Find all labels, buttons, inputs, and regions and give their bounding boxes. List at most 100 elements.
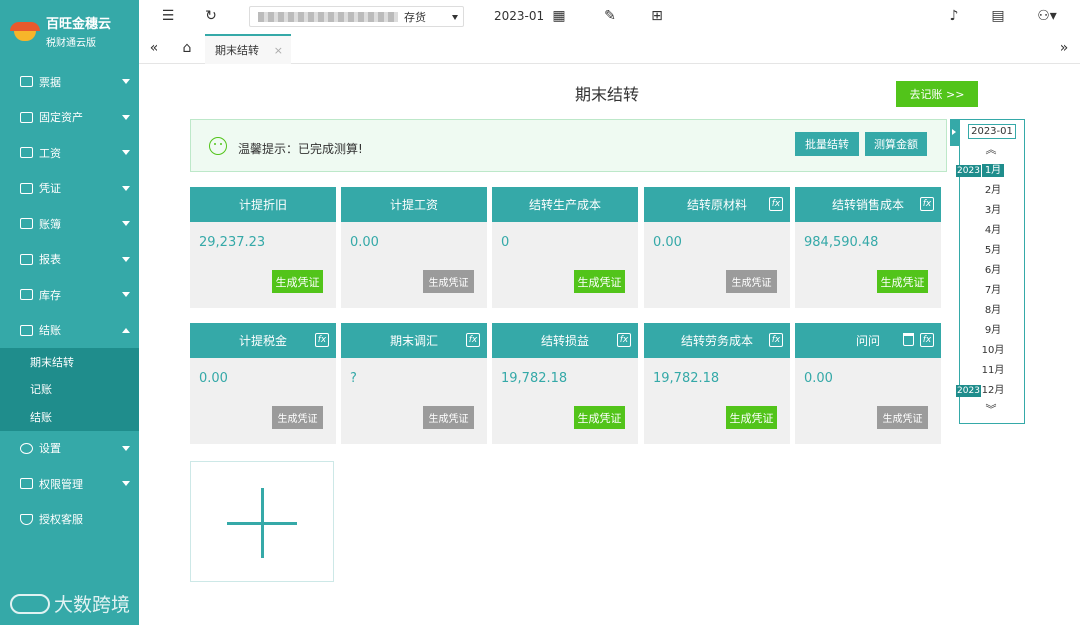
goto-ledger-button[interactable]: 去记账 >> (896, 81, 978, 107)
card-title: 计提折旧 (238, 198, 287, 212)
formula-icon[interactable]: fx (920, 197, 934, 211)
caret-up-icon (122, 327, 130, 333)
card-value: 984,590.48 (804, 235, 879, 250)
generate-voucher-button[interactable]: 生成凭证 (272, 270, 323, 293)
accounting-period[interactable]: 2023-01 (494, 9, 544, 23)
month-picker: 2023-01 ︽ 1月 2023 2月 3月 4月 5月 6月 7月 8月 9… (956, 119, 1026, 424)
sidebar: 百旺金穗云 税财通云版 票据 固定资产 工资 凭证 账簿 报表 库存 结账 期末… (0, 0, 139, 625)
sidebar-item-settings[interactable]: 设置 (0, 431, 139, 467)
formula-icon[interactable]: fx (769, 197, 783, 211)
generate-voucher-button[interactable]: 生成凭证 (726, 270, 777, 293)
card-value: 19,782.18 (653, 371, 720, 386)
month-item[interactable]: 3月 (960, 203, 1026, 219)
month-item[interactable]: 4月 (960, 223, 1026, 239)
home-icon[interactable]: ⌂ (179, 40, 195, 56)
sidebar-item-label: 设置 (39, 442, 61, 456)
card-value: 19,782.18 (501, 371, 568, 386)
month-item[interactable]: 5月 (960, 243, 1026, 259)
generate-voucher-button[interactable]: 生成凭证 (877, 270, 928, 293)
month-item[interactable]: 7月 (960, 283, 1026, 299)
sidebar-item-bills[interactable]: 票据 (0, 64, 139, 100)
generate-voucher-button[interactable]: 生成凭证 (272, 406, 323, 429)
card-depreciation: 计提折旧 29,237.23 生成凭证 (190, 187, 336, 308)
month-item[interactable]: 11月 (960, 363, 1026, 379)
month-picker-toggle[interactable] (950, 119, 959, 146)
formula-icon[interactable]: fx (466, 333, 480, 347)
batch-transfer-button[interactable]: 批量结转 (795, 132, 859, 156)
formula-icon[interactable]: fx (617, 333, 631, 347)
company-select[interactable]: 存货 (249, 6, 464, 27)
add-card-button[interactable] (190, 461, 334, 582)
user-menu-icon[interactable]: ⚇▾ (1035, 8, 1059, 24)
card-title: 问问 (855, 334, 880, 348)
scroll-left-icon[interactable]: « (146, 40, 162, 56)
caret-down-icon (122, 185, 130, 191)
trash-icon[interactable] (903, 333, 914, 346)
watermark-logo-icon (10, 593, 50, 614)
sidebar-item-salary[interactable]: 工资 (0, 135, 139, 171)
card-service-cost: 结转劳务成本 fx 19,782.18 生成凭证 (644, 323, 790, 444)
card-title: 计提税金 (238, 334, 287, 348)
folder-icon (20, 478, 33, 490)
formula-icon[interactable]: fx (315, 333, 329, 347)
generate-voucher-button[interactable]: 生成凭证 (726, 406, 777, 429)
month-picker-year: 2023-01 (968, 124, 1016, 139)
sidebar-subitem-closing[interactable]: 结账 (0, 403, 139, 431)
tab-period-end-transfer[interactable]: 期末结转 × (205, 34, 291, 64)
company-name-redacted (258, 11, 398, 22)
company-suffix: 存货 (404, 10, 426, 24)
refresh-icon[interactable]: ↻ (203, 8, 219, 24)
brand-logo-icon (10, 20, 40, 42)
card-value: 0 (501, 235, 510, 250)
card-title: 期末调汇 (389, 334, 438, 348)
generate-voucher-button[interactable]: 生成凭证 (423, 406, 474, 429)
sidebar-subitem-period-end-transfer[interactable]: 期末结转 (0, 348, 139, 376)
sidebar-item-support[interactable]: 授权客服 (0, 502, 139, 538)
card-title: 结转劳务成本 (680, 334, 753, 348)
ledger-icon (20, 218, 33, 230)
close-icon[interactable]: × (274, 44, 283, 57)
calendar-icon[interactable]: ▦ (551, 8, 567, 24)
sidebar-subitem-posting[interactable]: 记账 (0, 376, 139, 404)
card-production-cost: 结转生产成本 0 生成凭证 (492, 187, 638, 308)
calculate-amount-button[interactable]: 测算金额 (865, 132, 927, 156)
sidebar-item-label: 库存 (39, 288, 61, 302)
card-profit-loss: 结转损益 fx 19,782.18 生成凭证 (492, 323, 638, 444)
month-item[interactable]: 2月 (960, 183, 1026, 199)
generate-voucher-button[interactable]: 生成凭证 (423, 270, 474, 293)
card-sales-cost: 结转销售成本 fx 984,590.48 生成凭证 (795, 187, 941, 308)
notes-icon[interactable]: ✎ (602, 8, 618, 24)
bell-icon[interactable]: ♪ (946, 8, 962, 24)
formula-icon[interactable]: fx (769, 333, 783, 347)
year-badge: 2023 (956, 165, 981, 177)
scroll-right-icon[interactable]: » (1056, 40, 1072, 56)
month-item[interactable]: 8月 (960, 303, 1026, 319)
sidebar-menu: 票据 固定资产 工资 凭证 账簿 报表 库存 结账 期末结转 记账 结账 设置 … (0, 64, 139, 537)
sidebar-item-ledger[interactable]: 账簿 (0, 206, 139, 242)
caret-down-icon (122, 256, 130, 262)
chevron-down-icon[interactable]: ︾ (984, 403, 998, 417)
sidebar-item-inventory[interactable]: 库存 (0, 277, 139, 313)
generate-voucher-button[interactable]: 生成凭证 (574, 270, 625, 293)
month-item[interactable]: 6月 (960, 263, 1026, 279)
apps-icon[interactable]: ⊞ (649, 8, 665, 24)
generate-voucher-button[interactable]: 生成凭证 (877, 406, 928, 429)
card-value: 29,237.23 (199, 235, 266, 250)
month-item[interactable]: 9月 (960, 323, 1026, 339)
sidebar-item-fixed-assets[interactable]: 固定资产 (0, 100, 139, 136)
sidebar-item-closing[interactable]: 结账 (0, 313, 139, 349)
sidebar-item-voucher[interactable]: 凭证 (0, 171, 139, 207)
closing-submenu: 期末结转 记账 结账 (0, 348, 139, 431)
chevron-up-icon[interactable]: ︽ (984, 143, 998, 157)
formula-icon[interactable]: fx (920, 333, 934, 347)
notice-text: 温馨提示：已完成测算! (238, 142, 363, 156)
card-title: 计提工资 (389, 198, 438, 212)
caret-down-icon (122, 114, 130, 120)
sidebar-item-permissions[interactable]: 权限管理 (0, 466, 139, 502)
menu-collapse-icon[interactable]: ☰ (160, 8, 176, 24)
sidebar-item-reports[interactable]: 报表 (0, 242, 139, 278)
brand-logo: 百旺金穗云 税财通云版 (0, 0, 139, 62)
month-item[interactable]: 10月 (960, 343, 1026, 359)
generate-voucher-button[interactable]: 生成凭证 (574, 406, 625, 429)
calculator-icon[interactable]: ▤ (990, 8, 1006, 24)
